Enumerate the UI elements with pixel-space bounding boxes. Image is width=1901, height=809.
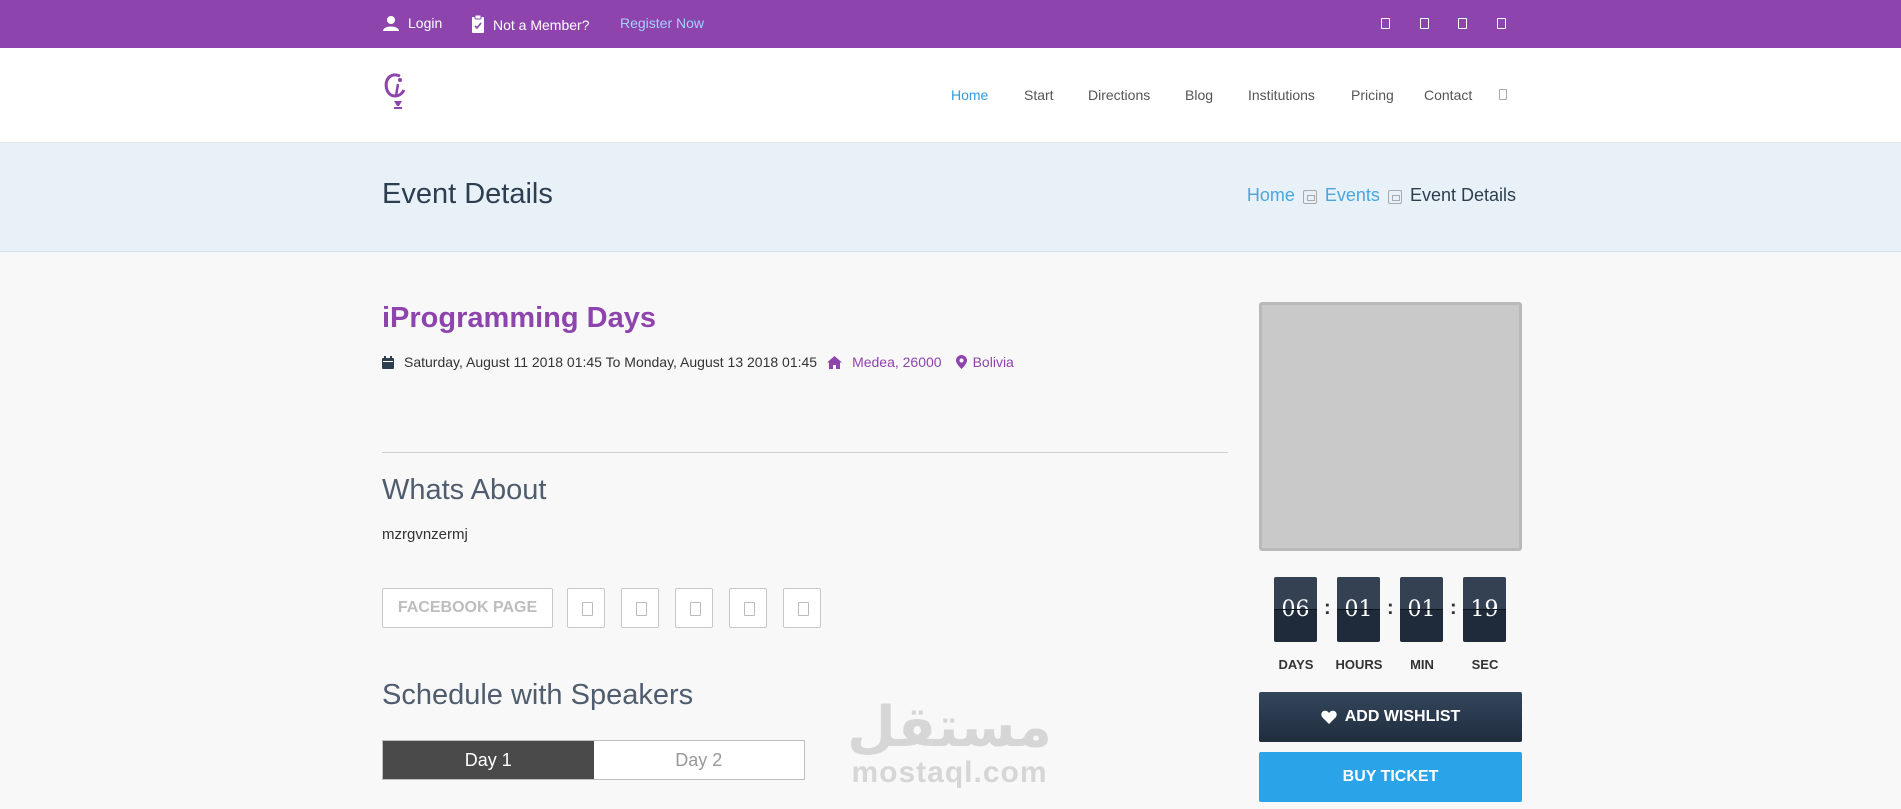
login-link[interactable]: Login [382,15,442,31]
add-wishlist-label: ADD WISHLIST [1344,708,1461,725]
nav-pricing[interactable]: Pricing [1351,87,1394,103]
user-icon [383,16,399,31]
facebook-page-button[interactable]: FACEBOOK PAGE [382,588,553,628]
top-bar: Login Not a Member? Register Now [0,0,1901,48]
nav-home[interactable]: Home [951,87,988,103]
breadcrumb-current: Event Details [1409,185,1516,205]
not-member-label: Not a Member? [493,16,590,33]
calendar-icon [382,355,394,369]
social-icon-2[interactable] [1420,18,1429,29]
countdown-min-label: MIN [1410,657,1434,672]
countdown-min: 01 [1400,577,1443,642]
countdown-days-label: DAYS [1278,657,1314,672]
main-navbar: Home Start Directions Blog Institutions … [0,48,1901,143]
breadcrumb: Home Events Event Details [1247,185,1516,206]
breadcrumb-separator-icon [1387,190,1402,204]
share-button-2[interactable] [621,588,659,628]
countdown-timer: 06 : 01 : 01 : 19 DAYS HOURS MIN SEC [1272,577,1512,673]
countdown-sec: 19 [1463,577,1506,642]
countdown-colon: : [1450,597,1457,619]
page-title: Event Details [382,178,553,210]
about-heading: Whats About [382,474,547,506]
register-link[interactable]: Register Now [620,15,704,31]
breadcrumb-home[interactable]: Home [1247,185,1295,206]
nav-start[interactable]: Start [1024,87,1054,103]
watermark: مستقل mostaql.com [842,700,1057,790]
clipboard-icon [472,15,484,33]
social-icon-3[interactable] [1458,18,1467,29]
map-pin-icon [955,355,967,369]
countdown-colon: : [1324,597,1331,619]
watermark-latin: mostaql.com [851,756,1048,789]
register-label: Register Now [620,15,705,31]
share-button-5[interactable] [783,588,821,628]
social-icon-4[interactable] [1497,18,1506,29]
event-title: iProgramming Days [382,302,656,334]
nav-institutions[interactable]: Institutions [1248,87,1315,103]
share-button-4[interactable] [729,588,767,628]
add-wishlist-button[interactable]: ADD WISHLIST [1259,692,1522,742]
share-button-1[interactable] [567,588,605,628]
event-date-range: Saturday, August 11 2018 01:45 To Monday… [404,354,818,370]
countdown-hours: 01 [1337,577,1380,642]
nav-directions[interactable]: Directions [1088,87,1150,103]
tab-day-2[interactable]: Day 2 [594,741,805,779]
login-label: Login [408,15,443,31]
buy-ticket-button[interactable]: BUY TICKET [1259,752,1522,802]
schedule-tabs: Day 1 Day 2 [382,740,805,780]
event-address: Medea, 26000 [852,354,942,370]
countdown-days: 06 [1274,577,1317,642]
event-meta: Saturday, August 11 2018 01:45 To Monday… [382,354,1014,370]
home-icon [827,355,843,369]
page-header: Event Details Home Events Event Details [0,143,1901,252]
schedule-heading: Schedule with Speakers [382,679,694,711]
event-country: Bolivia [972,354,1014,370]
breadcrumb-separator-icon [1302,190,1317,204]
event-description: mzrgvnzermj [382,526,468,543]
nav-blog[interactable]: Blog [1185,87,1213,103]
countdown-colon: : [1387,597,1394,619]
tab-day-1[interactable]: Day 1 [383,741,594,779]
section-divider [382,452,1228,453]
share-button-3[interactable] [675,588,713,628]
event-image-placeholder [1259,302,1522,551]
nav-contact[interactable]: Contact [1424,87,1472,103]
breadcrumb-events[interactable]: Events [1325,185,1380,206]
logo-icon[interactable] [382,70,412,112]
countdown-sec-label: SEC [1471,657,1499,672]
heart-icon [1321,710,1337,724]
countdown-hours-label: HOURS [1335,657,1383,672]
not-member-text: Not a Member? [471,15,589,34]
search-icon[interactable] [1499,89,1507,100]
watermark-arabic: مستقل [847,695,1052,760]
social-icon-1[interactable] [1381,18,1390,29]
